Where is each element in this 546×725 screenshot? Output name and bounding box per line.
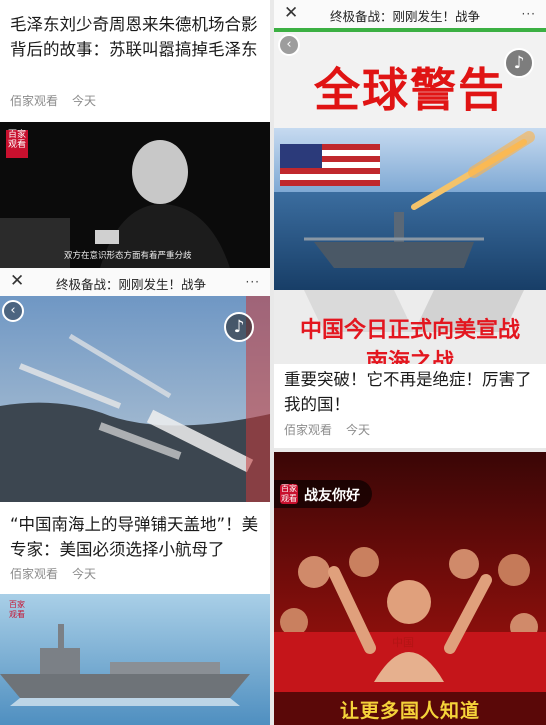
banner-text-2: 南海之战: [365, 350, 454, 364]
time-label: 今天: [72, 94, 97, 108]
channel-badge: 百家 观看 战友你好: [274, 480, 372, 508]
bar-title: 终极备战：刚刚发生！战争: [56, 277, 207, 292]
video-frame[interactable]: 全球警告 中国今日正式向美宣战 南海之战 ‹ ♪: [274, 32, 546, 364]
mini-player-bar: ✕ 终极备战：刚刚发生！战争 ···: [0, 268, 270, 297]
article-card-1[interactable]: 毛泽东刘少奇周恩来朱德机场合影背后的故事：苏联叫嚣搞掉毛泽东 佰家观看 今天 百家…: [0, 0, 270, 268]
bar-title: 终极备战：刚刚发生！战争: [330, 9, 481, 24]
seal-logo: 百家 观看: [6, 130, 28, 158]
banner-text: 中国今日正式向美宣战: [299, 318, 520, 343]
article-meta: 佰家观看 今天: [284, 421, 370, 438]
more-icon[interactable]: ···: [246, 275, 260, 289]
seal-logo: 百家 观看: [9, 600, 25, 619]
article-meta: 佰家观看 今天: [10, 565, 96, 582]
video-frame[interactable]: ‹ ♪: [0, 296, 270, 502]
mini-player-bar: ✕ 终极备战：刚刚发生！战争 ···: [274, 0, 546, 29]
time-label: 今天: [346, 423, 371, 437]
khrushchev-photo: [0, 122, 270, 268]
article-thumbnail[interactable]: 百家 观看: [0, 594, 270, 725]
time-label: 今天: [72, 567, 97, 581]
video-frame[interactable]: 百家 观看 战友你好 中国 让更多国人知道: [274, 452, 546, 725]
chest-sign: 中国: [392, 636, 414, 649]
article-card-4[interactable]: 百家 观看 战友你好 中国 让更多国人知道: [274, 452, 546, 725]
video-subtitle: 双方在意识形态方面有着严重分歧: [64, 251, 192, 261]
source-label: 佰家观看: [284, 423, 333, 437]
back-icon[interactable]: ‹: [278, 34, 300, 56]
badge-text: 战友你好: [304, 488, 360, 504]
article-card-2[interactable]: ✕ 终极备战：刚刚发生！战争 ··· 全球警告 中国今日正式向美宣战 南海之战 …: [274, 0, 546, 448]
source-label: 佰家观看: [10, 567, 59, 581]
close-icon[interactable]: ✕: [284, 3, 298, 23]
warship-photo: [0, 594, 270, 725]
source-label: 佰家观看: [10, 94, 59, 108]
more-icon[interactable]: ···: [522, 7, 536, 21]
article-thumbnail[interactable]: 百家 观看 双方在意识形态方面有着严重分歧: [0, 122, 270, 268]
music-note-icon[interactable]: ♪: [224, 312, 254, 342]
article-title[interactable]: 重要突破！它不再是绝症！厉害了我的国！: [284, 367, 536, 417]
seal-logo: 百家 观看: [280, 484, 298, 504]
article-title[interactable]: “中国南海上的导弹铺天盖地”！美专家：美国必须选择小航母了: [10, 512, 262, 562]
article-title[interactable]: 毛泽东刘少奇周恩来朱德机场合影背后的故事：苏联叫嚣搞掉毛泽东: [10, 12, 262, 62]
article-meta: 佰家观看 今天: [10, 92, 96, 109]
article-card-3[interactable]: ✕ 终极备战：刚刚发生！战争 ··· ‹ ♪ “中国南海上的导弹铺天盖地”！美专…: [0, 268, 270, 725]
music-note-icon[interactable]: ♪: [504, 48, 534, 78]
back-icon[interactable]: ‹: [2, 300, 24, 322]
close-icon[interactable]: ✕: [10, 271, 24, 291]
banner-text: 让更多国人知道: [339, 700, 480, 722]
